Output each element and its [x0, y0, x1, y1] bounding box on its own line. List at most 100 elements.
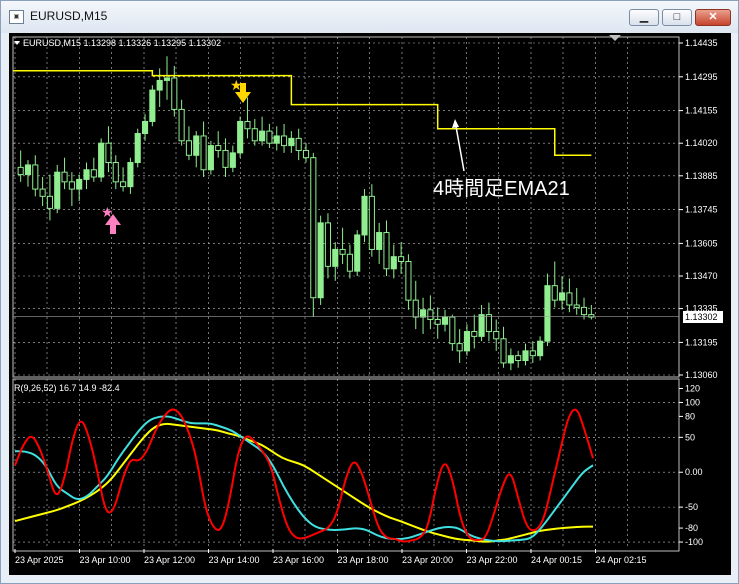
price-tick-label: 1.13470 — [685, 271, 718, 281]
candle-body — [288, 137, 295, 147]
candle-body — [573, 304, 580, 308]
candle-body — [317, 222, 324, 299]
candle-body — [68, 181, 75, 190]
candle-body — [273, 135, 280, 144]
time-tick-label: 23 Apr 16:00 — [273, 555, 324, 565]
sub-tick-label: -50 — [685, 502, 698, 512]
time-tick-label: 23 Apr 10:00 — [80, 555, 131, 565]
candle-body — [310, 157, 317, 299]
time-tick-label: 23 Apr 14:00 — [209, 555, 260, 565]
terminal-window: ▣ EURUSD,M15 ▁ □ ✕ 1.14435 1.14295 1.14155… — [0, 0, 739, 584]
window-title: EURUSD,M15 — [30, 9, 108, 23]
sub-tick-label: 100 — [685, 397, 700, 407]
sub-tick-label: 0.00 — [685, 467, 703, 477]
candle-body — [463, 331, 471, 352]
candle-body — [398, 256, 405, 263]
candle-body — [522, 350, 529, 362]
price-tick-label: 1.13745 — [685, 205, 718, 215]
candle-body — [54, 171, 61, 209]
candle-body — [302, 149, 310, 159]
candle-body — [39, 188, 46, 197]
candle-body — [134, 133, 141, 164]
candle-body — [405, 261, 412, 301]
candle-body — [332, 248, 339, 267]
sub-tick-label: -80 — [685, 523, 698, 533]
sub-panel-header: R(9,26,52) 16.7 14.9 -82.4 — [14, 383, 120, 393]
candle-body — [76, 178, 83, 190]
candle-body — [559, 292, 566, 301]
price-tick-label: 1.14295 — [685, 72, 718, 82]
minimize-button[interactable]: ▁ — [629, 9, 659, 26]
candle-body — [493, 331, 500, 340]
current-price-label: 1.13302 — [685, 312, 718, 322]
candle-body — [368, 195, 375, 250]
candle-body — [171, 77, 178, 110]
shift-marker-icon — [609, 35, 621, 41]
candle-body — [141, 120, 149, 135]
candle-body — [17, 166, 24, 176]
sub-tick-label: -100 — [685, 537, 703, 547]
candle-body — [537, 340, 544, 357]
close-icon: ✕ — [708, 11, 718, 23]
candle-body — [83, 169, 90, 180]
candle-body — [98, 142, 105, 178]
time-tick-label: 23 Apr 20:00 — [402, 555, 453, 565]
candle-body — [259, 130, 266, 142]
chart-area[interactable]: 1.14435 1.14295 1.14155 1.14020 1.13885 1.137… — [9, 33, 731, 575]
candle-body — [507, 355, 514, 364]
time-tick-label: 23 Apr 12:00 — [144, 555, 195, 565]
candle-body — [163, 77, 171, 81]
candle-body — [427, 309, 434, 320]
candle-body — [244, 120, 251, 130]
candle-body — [237, 120, 244, 154]
candle-body — [24, 164, 32, 176]
ema-h4-line — [13, 70, 592, 157]
annotation-arrow-head-icon — [452, 119, 459, 128]
candle-body — [441, 316, 449, 325]
candle-body — [120, 181, 127, 188]
maximize-icon: □ — [673, 11, 681, 23]
candle-body — [376, 232, 383, 250]
candle-body — [471, 331, 478, 337]
candle-body — [90, 169, 97, 178]
title-bar[interactable]: ▣ EURUSD,M15 ▁ □ ✕ — [1, 1, 738, 33]
candle-body — [449, 316, 456, 345]
time-tick-label: 23 Apr 2025 — [15, 555, 64, 565]
candle-body — [222, 149, 229, 168]
candle-body — [215, 145, 222, 151]
candle-body — [32, 164, 39, 190]
candle-body — [178, 108, 185, 142]
chart-canvas[interactable]: 1.14435 1.14295 1.14155 1.14020 1.13885 1.137… — [9, 33, 731, 575]
sub-tick-label: 80 — [685, 411, 695, 421]
candle-body — [346, 253, 353, 272]
candle-body — [149, 89, 156, 122]
candle-body — [456, 343, 463, 352]
candle-body — [251, 128, 258, 142]
main-panel-header: EURUSD,M15 1.13298 1.13326 1.13295 1.133… — [23, 38, 221, 48]
candle-body — [580, 306, 588, 316]
candle-body — [266, 130, 273, 144]
candle-body — [412, 299, 419, 318]
candle-body — [112, 162, 119, 183]
candle-body — [46, 195, 53, 209]
candle-body — [156, 79, 163, 91]
candle-body — [566, 292, 573, 306]
candle-body — [61, 171, 68, 183]
candle-body — [193, 135, 200, 156]
time-tick-label: 24 Apr 02:15 — [596, 555, 647, 565]
chart-window-icon: ▣ — [9, 10, 24, 24]
close-button[interactable]: ✕ — [695, 9, 731, 26]
time-tick-label: 23 Apr 18:00 — [338, 555, 389, 565]
price-tick-label: 1.13195 — [685, 337, 718, 347]
sub-tick-label: 50 — [685, 432, 695, 442]
candle-body — [200, 135, 207, 171]
price-tick-label: 1.14020 — [685, 138, 718, 148]
candle-body — [354, 234, 361, 272]
candle-body — [485, 314, 492, 333]
maximize-button[interactable]: □ — [662, 9, 692, 26]
time-tick-label: 23 Apr 22:00 — [467, 555, 518, 565]
candle-body — [551, 285, 558, 301]
candle-body — [207, 145, 214, 171]
candle-body — [229, 152, 236, 168]
candle-body — [324, 222, 332, 267]
